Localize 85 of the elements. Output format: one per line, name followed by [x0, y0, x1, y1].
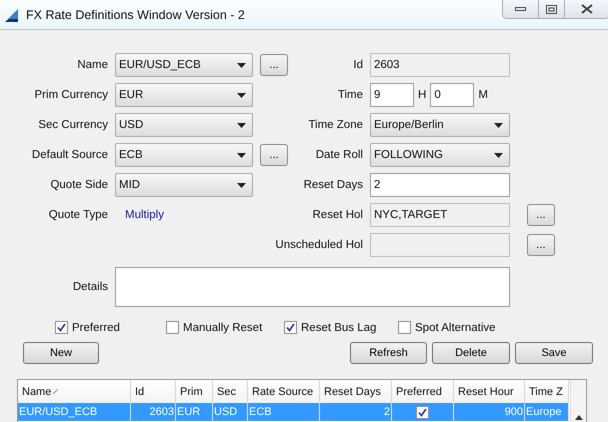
input-field[interactable]: 2	[370, 173, 510, 197]
dropdown[interactable]: EUR	[115, 83, 253, 107]
close-button[interactable]	[564, 0, 608, 18]
field-label: Sec Currency	[38, 119, 108, 131]
field-label: Quote Side	[50, 179, 108, 191]
scrollbar[interactable]	[570, 380, 586, 422]
browse-button[interactable]: ...	[260, 144, 288, 166]
app-icon	[4, 6, 20, 22]
read-only-field: 2603	[370, 53, 510, 77]
action-button[interactable]: Save	[515, 342, 593, 364]
table-cell: EUR/USD_ECB	[18, 403, 131, 421]
minimize-icon[interactable]	[515, 7, 526, 11]
dropdown[interactable]: Europe/Berlin	[370, 113, 510, 137]
field-label: Date Roll	[316, 149, 363, 161]
check-icon	[418, 408, 427, 416]
column-header[interactable]: Prim	[176, 380, 213, 403]
checkbox-label: Spot Alternative	[415, 322, 496, 334]
table-cell: 2603	[131, 403, 176, 421]
column-header[interactable]: Preferred	[392, 380, 454, 403]
sort-icon	[53, 389, 58, 394]
field-label: Prim Currency	[34, 89, 108, 101]
table-cell: Europe	[525, 403, 569, 421]
hours-field[interactable]: 9	[370, 83, 414, 107]
checkbox[interactable]	[284, 321, 297, 334]
browse-button[interactable]: ...	[527, 204, 555, 226]
browse-button[interactable]: ...	[260, 54, 288, 76]
minutes-unit: M	[478, 89, 488, 101]
checkbox[interactable]	[416, 406, 429, 418]
column-header[interactable]: Id	[131, 380, 176, 403]
restore-button[interactable]	[538, 0, 564, 18]
field-label: Name	[77, 59, 108, 71]
column-header[interactable]: Rate Source	[248, 380, 320, 403]
minutes-field[interactable]: 0	[430, 83, 474, 107]
checkbox-label: Preferred	[72, 322, 120, 334]
checkbox[interactable]	[398, 321, 411, 334]
column-header[interactable]: Reset Hour	[454, 380, 525, 403]
table-cell: 900	[454, 403, 525, 421]
field-label: Quote Type	[48, 209, 108, 221]
dropdown[interactable]: EUR/USD_ECB	[115, 53, 253, 77]
table-cell: ECB	[248, 403, 320, 421]
field-label: Unscheduled Hol	[275, 239, 363, 251]
dropdown-arrow-icon[interactable]	[237, 152, 246, 158]
check-icon	[286, 323, 295, 332]
browse-button[interactable]: ...	[527, 234, 555, 256]
field-label: Time Zone	[308, 119, 363, 131]
column-header[interactable]: Reset Days	[320, 380, 392, 403]
table-cell: EUR	[176, 403, 213, 421]
dropdown[interactable]: MID	[115, 173, 253, 197]
dropdown[interactable]: ECB	[115, 143, 253, 167]
action-button[interactable]: Refresh	[350, 342, 427, 364]
dropdown[interactable]: USD	[115, 113, 253, 137]
dropdown-arrow-icon[interactable]	[237, 182, 246, 188]
dropdown-arrow-icon[interactable]	[237, 122, 246, 128]
action-button[interactable]: Delete	[432, 342, 510, 364]
dropdown-arrow-icon[interactable]	[494, 122, 503, 128]
field-label: Time	[338, 89, 363, 101]
column-header[interactable]: Name	[18, 380, 131, 403]
checkbox[interactable]	[55, 321, 68, 334]
dropdown-arrow-icon[interactable]	[237, 62, 246, 68]
hours-unit: H	[418, 89, 426, 101]
table-cell: USD	[213, 403, 248, 421]
minimize-button[interactable]	[503, 0, 538, 18]
column-header[interactable]: Time Z	[525, 380, 569, 403]
window-title: FX Rate Definitions Window Version - 2	[26, 8, 246, 22]
dropdown[interactable]: FOLLOWING	[370, 143, 510, 167]
close-icon[interactable]	[581, 4, 593, 14]
field-label: Default Source	[32, 149, 108, 161]
table-cell: 2	[320, 403, 392, 421]
action-button[interactable]: New	[23, 342, 99, 364]
quote-type-value: Multiply	[124, 209, 165, 221]
field-label: Reset Days	[304, 179, 363, 191]
dropdown-arrow-icon[interactable]	[237, 92, 246, 98]
dropdown-arrow-icon[interactable]	[494, 152, 503, 158]
read-only-field: NYC,TARGET	[370, 203, 510, 227]
scroll-up-icon[interactable]	[574, 415, 582, 420]
field-label: Details	[72, 281, 108, 293]
checkbox-label: Manually Reset	[183, 322, 262, 334]
checkbox[interactable]	[166, 321, 179, 334]
checkbox-label: Reset Bus Lag	[301, 322, 376, 334]
details-field[interactable]	[115, 267, 510, 307]
field-label: Id	[353, 59, 363, 71]
field-label: Reset Hol	[312, 209, 363, 221]
check-icon	[57, 323, 66, 332]
restore-icon[interactable]	[546, 4, 557, 14]
column-header[interactable]: Sec	[213, 380, 248, 403]
